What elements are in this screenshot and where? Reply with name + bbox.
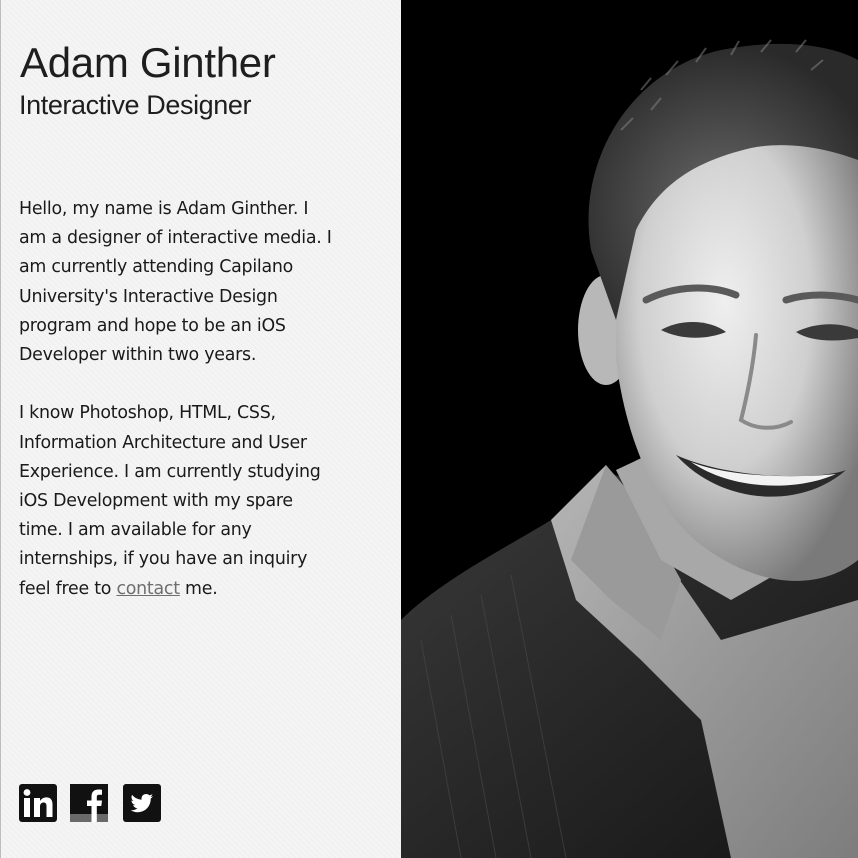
bio-line: time. I am available for any xyxy=(19,520,252,541)
bio-line: Information Architecture and User xyxy=(19,432,307,453)
bio-line: University's Interactive Design xyxy=(19,286,278,307)
intro-panel: Adam Ginther Interactive Designer Hello,… xyxy=(0,0,401,858)
portrait-photo xyxy=(401,0,858,858)
linkedin-link[interactable] xyxy=(19,784,57,822)
bio-line: I know Photoshop, HTML, CSS, xyxy=(19,403,276,424)
facebook-link[interactable] xyxy=(70,784,108,822)
bio-line: Experience. I am currently studying xyxy=(19,461,321,482)
bio-line: iOS Development with my spare xyxy=(19,491,293,512)
portrait-illustration xyxy=(401,0,858,858)
bio-text-after-link: me. xyxy=(179,578,218,599)
bio-line: am currently attending Capilano xyxy=(19,257,294,278)
linkedin-icon xyxy=(19,784,57,822)
profile-name: Adam Ginther xyxy=(20,39,276,86)
bio-text: Hello, my name is Adam Ginther. I am a d… xyxy=(19,195,389,604)
twitter-link[interactable] xyxy=(123,784,161,822)
bio-line: Hello, my name is Adam Ginther. I xyxy=(19,199,309,219)
bio-line-contact: feel free to contact me. xyxy=(19,575,389,604)
contact-link[interactable]: contact xyxy=(116,579,180,599)
bio-line: internships, if you have an inquiry xyxy=(19,549,308,570)
bio-line: Developer within two years. xyxy=(19,345,257,366)
twitter-icon xyxy=(123,784,161,822)
bio-text-before-link: feel free to xyxy=(19,578,117,599)
facebook-icon xyxy=(70,784,108,822)
bio-line: am a designer of interactive media. I xyxy=(19,228,332,249)
profile-title: Interactive Designer xyxy=(19,90,252,120)
bio-line: program and hope to be an iOS xyxy=(19,315,286,336)
